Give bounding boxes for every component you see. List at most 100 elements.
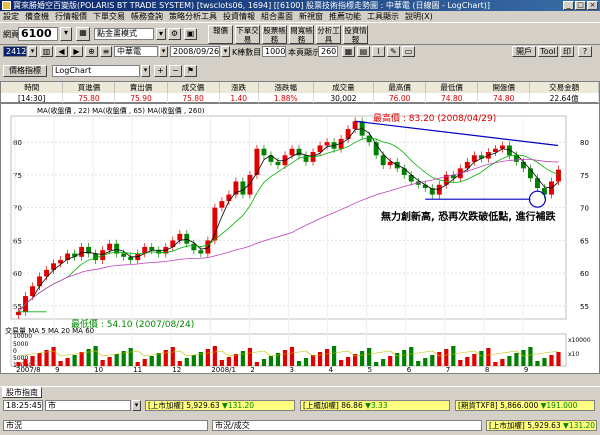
volume-bar-59 [430, 355, 435, 366]
stock-name-dropdown[interactable]: ▾ [159, 46, 168, 57]
maximize-button[interactable]: □ [575, 1, 586, 10]
add-indicator-icon[interactable]: + [154, 65, 167, 77]
candle-body-26 [198, 250, 204, 254]
volume-bar-62 [451, 346, 456, 366]
x-tick-label-11: 7 [446, 366, 450, 373]
back-icon[interactable]: ◀ [55, 46, 68, 57]
k-count-input[interactable]: 1000 [262, 46, 286, 57]
menu-item-0[interactable]: 設定 [0, 11, 22, 22]
menu-item-8[interactable]: 新視窗 [296, 11, 326, 22]
toolbar-button-5[interactable]: 投資情報 [343, 25, 368, 44]
volume-bar-61 [444, 349, 449, 366]
price-chart[interactable]: 55 55 60 60 65 65 70 70 75 75 80 80 2007/8 9 10 11 12 200… [0, 103, 600, 374]
layout-dropdown[interactable]: ▾ [156, 28, 166, 40]
zoom-icon[interactable]: ⊕ [85, 46, 98, 57]
menu-item-3[interactable]: 下單交易 [90, 11, 128, 22]
candle-body-29 [219, 201, 225, 208]
x-tick-label-12: 8 [485, 366, 489, 373]
settings-icon[interactable]: ≡ [100, 46, 112, 57]
print-icon[interactable]: ▭ [402, 46, 415, 57]
x-tick-label-7: 3 [290, 366, 294, 373]
chart-icon[interactable]: ▤ [357, 46, 370, 57]
candle-body-8 [72, 253, 78, 257]
volume-bar-71 [514, 353, 519, 366]
candle-body-35 [261, 148, 267, 156]
vol-tick-right-0: x10000 [568, 337, 591, 344]
menu-item-2[interactable]: 行情報價 [52, 11, 90, 22]
candle-icon[interactable]: ▥ [40, 46, 53, 57]
candle-body-23 [177, 233, 183, 241]
menu-item-4[interactable]: 帳務查詢 [128, 11, 166, 22]
ticker-2[interactable]: [期貨TXF8] 5,866.000 ▼191.000 [455, 400, 595, 411]
market-dropdown[interactable]: ▾ [132, 400, 141, 411]
toolbar-button-1[interactable]: 下單交易 [235, 25, 260, 44]
right-button-1[interactable]: Tool [538, 46, 558, 57]
volume-bar-9 [79, 352, 84, 366]
quote-header-3: 成交價 [167, 82, 220, 93]
menu-item-9[interactable]: 推薦功能 [326, 11, 364, 22]
quote-header-5: 漲跌幅 [258, 82, 314, 93]
stock-code-input[interactable]: 2412 [3, 46, 27, 57]
x-tick-label-8: 4 [329, 366, 334, 373]
date-dropdown[interactable]: ▾ [221, 46, 230, 57]
stock-code-dropdown[interactable]: ▾ [28, 46, 37, 57]
line-icon[interactable]: ⌇ [372, 46, 385, 57]
layout-icon[interactable]: ▦ [76, 27, 90, 41]
volume-legend: 交易量 MA 5 MA 20 MA 60 [5, 327, 95, 335]
indicator-button[interactable]: 價格指標 [3, 65, 47, 77]
menu-item-5[interactable]: 策略分析工具 [166, 11, 220, 22]
menu-item-7[interactable]: 組合畫面 [258, 11, 296, 22]
candle-body-74 [535, 178, 540, 189]
toolbar-button-0[interactable]: 報價 [208, 25, 233, 44]
ticker-0[interactable]: [上市加權] 5,929.63 ▼131.20 [145, 400, 295, 411]
market-select[interactable]: 市 [45, 400, 131, 411]
tab-market-guide[interactable]: 股市指南 [2, 387, 42, 398]
gear-icon[interactable]: ⚙ [168, 28, 181, 40]
layout-select[interactable]: 點金畫模式 [94, 28, 154, 40]
minimize-button[interactable]: _ [563, 1, 574, 10]
volume-bar-41 [303, 358, 309, 366]
volume-bar-44 [324, 349, 330, 366]
page-code-input[interactable]: 6100 [18, 27, 58, 41]
lock-icon[interactable]: ▣ [184, 28, 197, 40]
remove-indicator-icon[interactable]: − [169, 65, 182, 77]
right-button-3[interactable]: ? [578, 46, 592, 57]
candle-body-30 [226, 194, 232, 202]
volume-bar-43 [317, 352, 323, 366]
toolbar-button-3[interactable]: 閱寬帳務 [289, 25, 314, 44]
quote-header-9: 開盤價 [477, 82, 531, 93]
display-count-input[interactable]: 260 [318, 46, 338, 57]
date-field[interactable]: 2008/09/26 [170, 46, 220, 57]
forward-icon[interactable]: ▶ [70, 46, 83, 57]
menu-item-1[interactable]: 備查機 [22, 11, 52, 22]
ticker-bar: 18:25:45 市 ▾ [上市加權] 5,929.63 ▼131.20 [上櫃加… [0, 400, 600, 412]
ticker-1[interactable]: [上櫃加權] 86.86 ▼3.33 [300, 400, 450, 411]
candle-body-52 [380, 155, 386, 166]
properties-icon[interactable]: ⚑ [184, 65, 197, 77]
volume-bar-70 [507, 356, 512, 366]
chart-type-select[interactable]: LogChart [52, 65, 140, 77]
quote-header-4: 漲跌 [219, 82, 259, 93]
close-button[interactable]: × [587, 1, 598, 10]
right-button-0[interactable]: 開戶 [512, 46, 536, 57]
menu-item-6[interactable]: 投資情報 [220, 11, 258, 22]
page-code-dropdown[interactable]: ▾ [60, 27, 72, 41]
grid-icon[interactable]: ▦ [342, 46, 355, 57]
x-tick-label-9: 5 [368, 366, 372, 373]
toolbar-button-2[interactable]: 股票帳務 [262, 25, 287, 44]
menu-item-10[interactable]: 工具顯示 [364, 11, 402, 22]
right-button-2[interactable]: 印 [560, 46, 574, 57]
volume-bar-45 [331, 346, 337, 366]
volume-bar-33 [247, 348, 253, 366]
clock: 18:25:45 [3, 400, 43, 411]
toolbar-button-4[interactable]: 分析工具 [316, 25, 341, 44]
chart-type-dropdown[interactable]: ▾ [141, 65, 150, 77]
menu-item-11[interactable]: 說明(X) [402, 11, 436, 22]
stock-name-field[interactable]: 中華電 [114, 46, 158, 57]
volume-bar-51 [374, 362, 379, 366]
volume-bar-39 [289, 347, 295, 366]
draw-icon[interactable]: ✎ [387, 46, 400, 57]
vol-tick-4: 10000 [13, 362, 32, 369]
candle-body-69 [499, 145, 505, 149]
volume-bar-7 [65, 358, 70, 366]
